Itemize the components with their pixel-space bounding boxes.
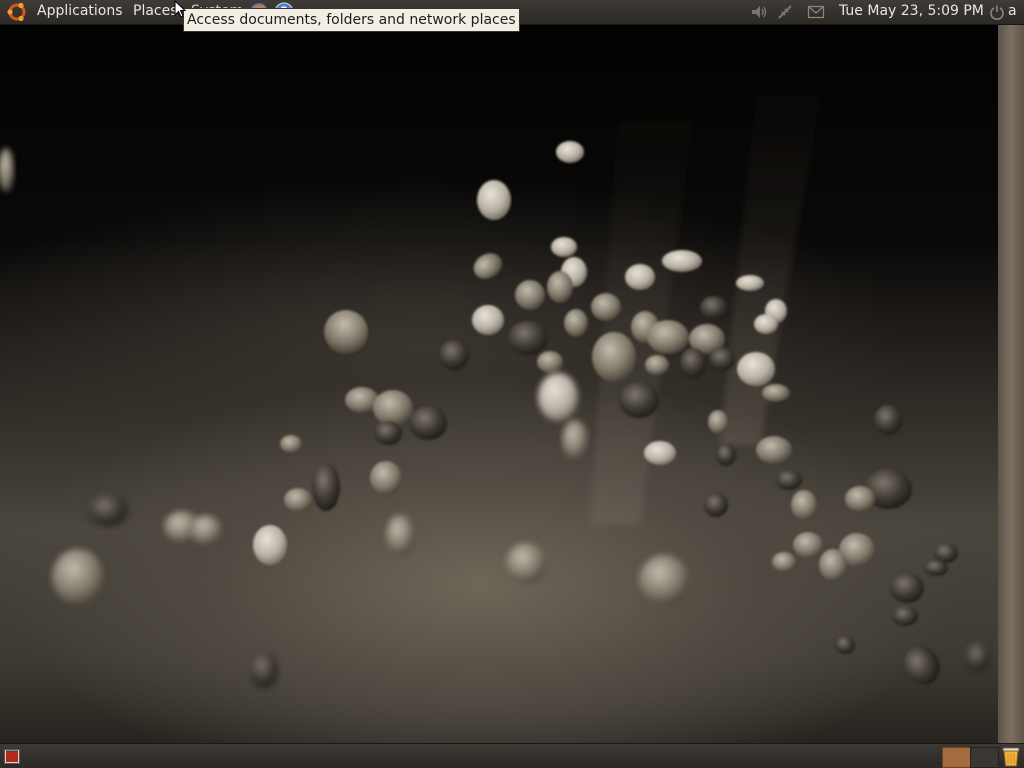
- user-label[interactable]: a: [1008, 0, 1017, 24]
- mail-icon[interactable]: [807, 4, 825, 20]
- falling-pebbles-image: [0, 45, 990, 688]
- wallpaper: [0, 25, 998, 743]
- workspace-2-button[interactable]: [970, 747, 999, 768]
- desktop-edge-strip: [998, 25, 1024, 743]
- applications-menu[interactable]: Applications: [37, 0, 123, 24]
- desktop[interactable]: Applications Places System ? Tue May 23,…: [0, 0, 1024, 768]
- mouse-cursor-icon: [174, 0, 186, 18]
- bottom-panel: [0, 743, 1024, 768]
- places-menu[interactable]: Places: [133, 0, 178, 24]
- network-icon[interactable]: [776, 3, 794, 21]
- sound-icon[interactable]: [750, 3, 768, 21]
- show-desktop-icon[interactable]: [4, 749, 20, 764]
- trash-icon[interactable]: [1000, 745, 1022, 768]
- clock[interactable]: Tue May 23, 5:09 PM: [839, 0, 984, 24]
- ubuntu-logo-icon[interactable]: [6, 2, 28, 22]
- power-icon[interactable]: [989, 4, 1005, 20]
- workspace-1-button[interactable]: [942, 747, 971, 768]
- places-tooltip: Access documents, folders and network pl…: [183, 8, 520, 32]
